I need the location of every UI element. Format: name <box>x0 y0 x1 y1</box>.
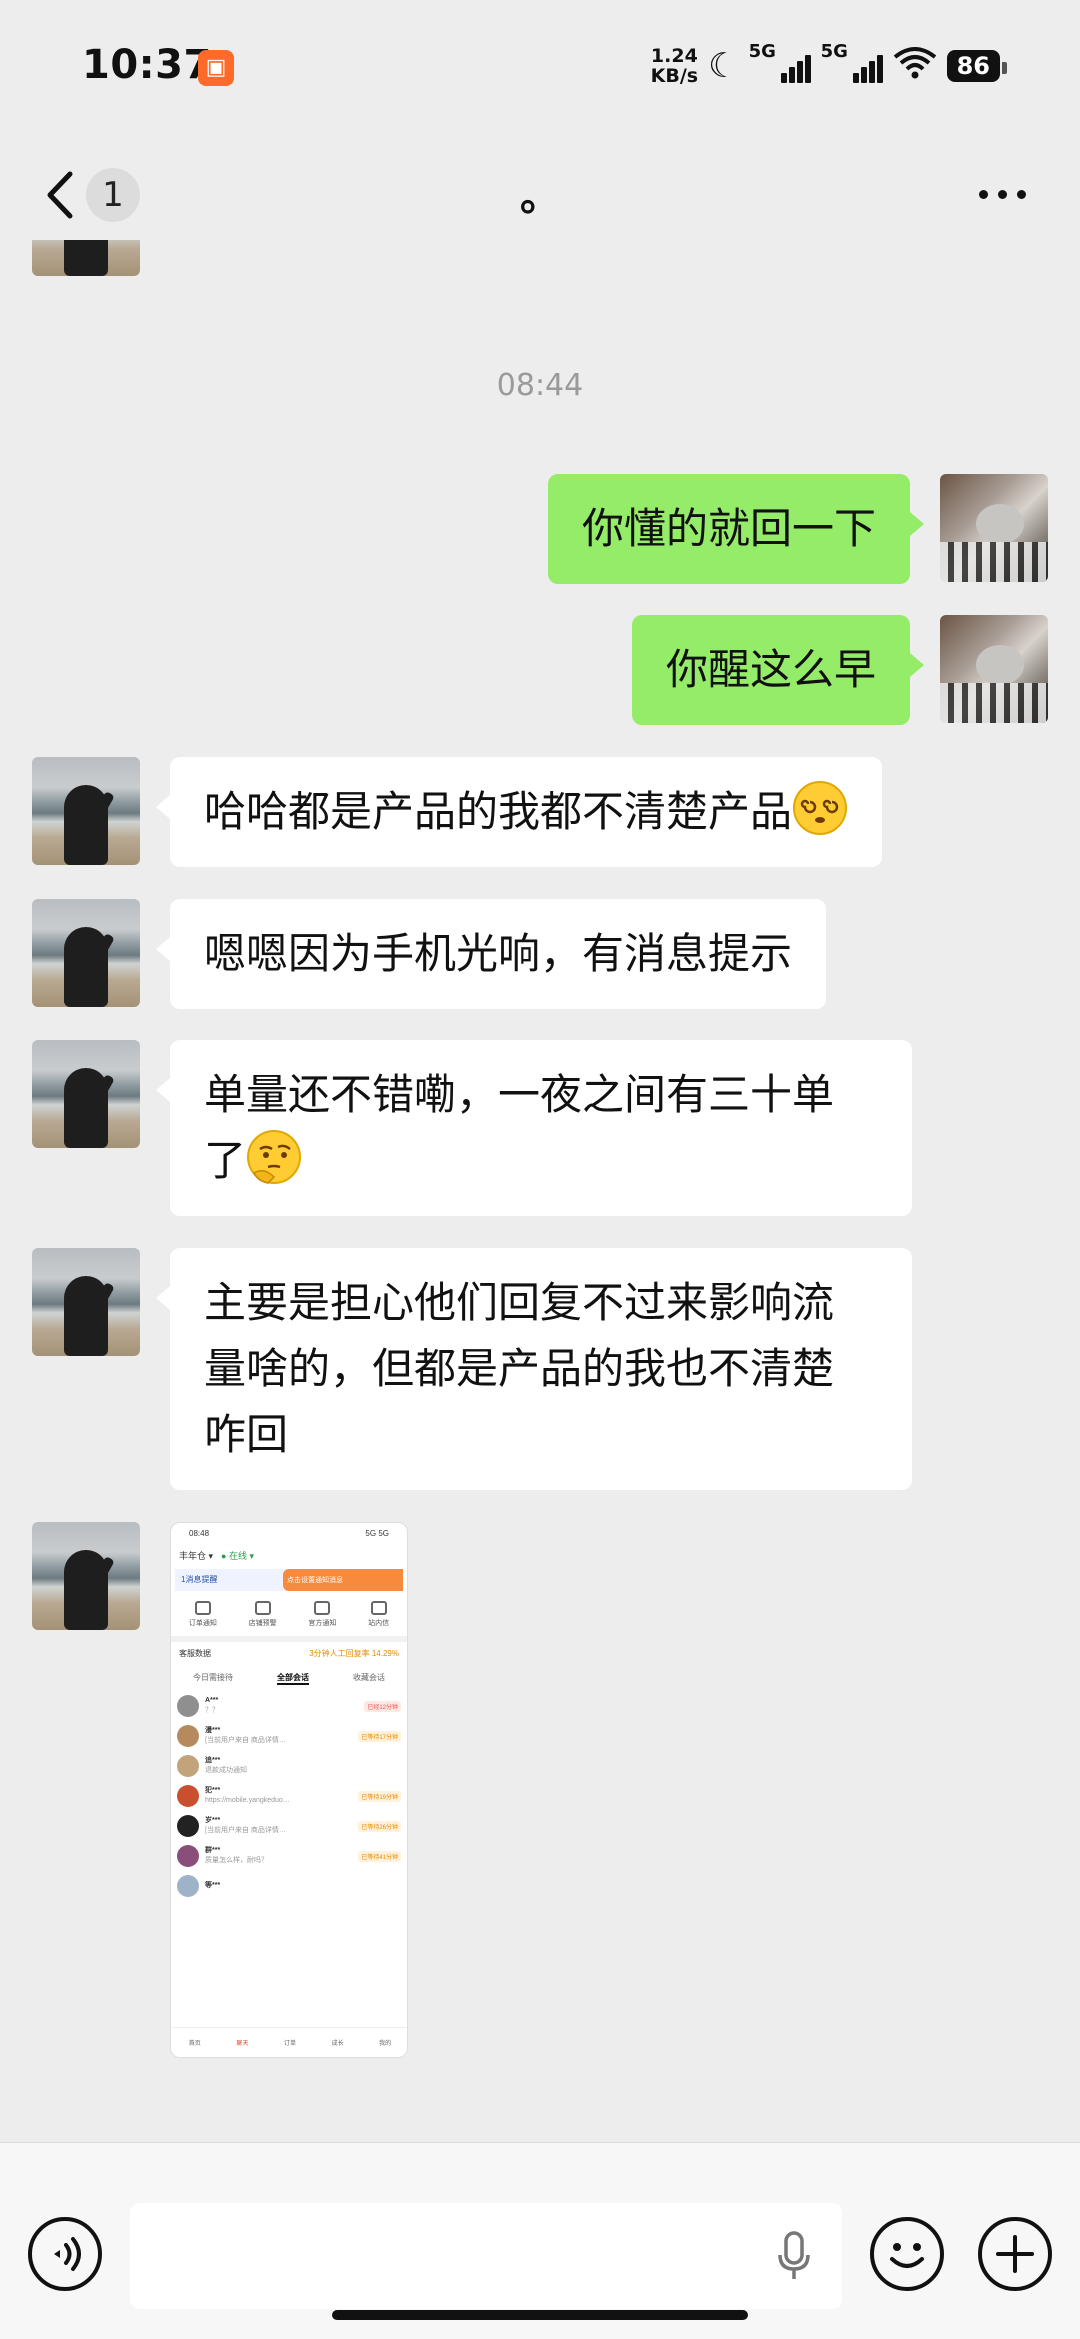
contact-avatar[interactable] <box>32 1248 140 1356</box>
message-bubble-incoming[interactable]: 单量还不错嘞，一夜之间有三十单 了 <box>156 1040 912 1216</box>
mini-header: 丰年仓 ▾ ● 在线 ▾ <box>171 1543 407 1567</box>
mini-time: 08:48 <box>189 1529 210 1538</box>
mini-list-item: 犯*** https://mobile.yangkeduo… 已等待19分钟 <box>171 1781 407 1811</box>
message-text: 主要是担心他们回复不过来影响流 <box>204 1278 835 1327</box>
mini-notice-banner: 1消息提醒 点击设置通知消息 <box>175 1569 403 1591</box>
mini-list-item: 漫*** [当前用户来自 商品详情… 已等待17分钟 <box>171 1721 407 1751</box>
signal-icon: 5G <box>821 41 883 83</box>
message-text: 你醒这么早 <box>665 645 876 694</box>
contact-avatar[interactable] <box>32 1522 140 1630</box>
status-time: 10:37 <box>82 42 212 88</box>
battery-icon: 86 <box>946 50 1008 82</box>
mini-tool: 订单通知 <box>189 1601 217 1628</box>
thinking-face-emoji-icon <box>247 1130 302 1184</box>
mini-tools: 订单通知 店铺预警 官方通知 站内信 <box>171 1593 407 1636</box>
chat-area[interactable]: 08:44 你懂的就回一下 你醒这么早 哈哈都是产品的我都不清楚产品 嗯嗯因为手… <box>0 240 1080 2140</box>
my-avatar[interactable] <box>940 615 1048 723</box>
home-indicator[interactable] <box>332 2310 748 2320</box>
mini-tool: 官方通知 <box>308 1601 336 1628</box>
contact-avatar[interactable] <box>32 240 140 276</box>
voice-icon <box>54 2237 81 2271</box>
mini-bottom-nav: 首页 聊天 订单 成长 我的 <box>171 2027 407 2057</box>
image-message[interactable]: 08:48 5G 5G 丰年仓 ▾ ● 在线 ▾ 1消息提醒 点击设置通知消息 … <box>170 1522 408 2058</box>
more-options-button[interactable] <box>972 174 1032 214</box>
chat-title: 。 <box>520 174 560 220</box>
smiley-icon <box>890 2243 924 2268</box>
inbox-icon <box>370 1601 387 1615</box>
network-speed-value: 1.24 <box>650 45 698 67</box>
my-avatar[interactable] <box>940 474 1048 582</box>
microphone-icon[interactable] <box>776 2231 812 2283</box>
mini-signal: 5G 5G <box>365 1529 389 1538</box>
status-indicators: 1.24 KB/s ☾ 5G 5G 86 <box>651 41 1008 88</box>
message-timestamp: 08:44 <box>496 368 584 403</box>
mini-list-item: 岁*** [当前用户来自 商品详情… 已等待26分钟 <box>171 1811 407 1841</box>
network-speed: 1.24 KB/s <box>651 46 698 86</box>
mini-list-item: 群*** 质量怎么样，耐吗？ 已等待41分钟 <box>171 1841 407 1871</box>
nav-bar: 1 。 <box>0 150 1080 240</box>
more-functions-button[interactable] <box>978 2217 1052 2291</box>
dot-icon <box>1016 189 1026 199</box>
speaker-icon <box>314 1601 331 1615</box>
contact-avatar[interactable] <box>32 899 140 1007</box>
message-bubble-incoming[interactable]: 哈哈都是产品的我都不清楚产品 <box>155 757 883 867</box>
app-notification-icon: ▣ <box>198 50 234 86</box>
message-text: 嗯嗯因为手机光响，有消息提示 <box>204 929 793 978</box>
moon-icon: ☾ <box>708 46 739 86</box>
signal-icon: 5G <box>749 41 811 83</box>
contact-avatar[interactable] <box>32 1040 140 1148</box>
mini-notice-left: 1消息提醒 <box>181 1575 218 1584</box>
contact-avatar[interactable] <box>32 757 140 865</box>
message-bubble-incoming[interactable]: 嗯嗯因为手机光响，有消息提示 <box>155 899 827 1009</box>
mini-notice-right: 点击设置通知消息 <box>283 1569 403 1591</box>
emoji-button[interactable] <box>870 2217 944 2291</box>
dot-icon <box>997 189 1007 199</box>
mini-list-item: A***？？ 已经12分钟 <box>171 1691 407 1721</box>
plus-icon <box>996 2235 1034 2273</box>
mini-shop-name: 丰年仓 ▾ <box>179 1550 214 1561</box>
status-bar: 10:37 ▣ 1.24 KB/s ☾ 5G 5G 86 <box>0 0 1080 130</box>
wifi-icon <box>893 45 937 88</box>
message-bubble-outgoing[interactable]: 你醒这么早 <box>631 615 925 725</box>
mini-data-row: 客服数据 3分钟人工回复率 14.29% <box>179 1649 399 1658</box>
message-text-line: 了 <box>204 1128 878 1194</box>
message-text: 了 <box>204 1136 247 1185</box>
mini-online-status: ● 在线 ▾ <box>221 1550 254 1561</box>
mini-status-bar: 08:48 5G 5G <box>171 1523 407 1543</box>
dot-icon <box>978 189 988 199</box>
message-text: 量啥的，但都是产品的我也不清楚 <box>204 1344 835 1393</box>
mini-list-item: 追*** 退款成功通知 <box>171 1751 407 1781</box>
dizzy-face-emoji-icon <box>793 781 848 835</box>
mini-list-item: 等*** <box>171 1871 407 1901</box>
message-text: 你懂的就回一下 <box>581 504 876 553</box>
notice-icon <box>194 1601 211 1615</box>
mini-tabs: 今日需接待 全部会话 收藏会话 <box>171 1666 407 1691</box>
message-text: 哈哈都是产品的我都不清楚产品 <box>204 787 793 836</box>
voice-input-button[interactable] <box>28 2217 102 2291</box>
message-text: 咋回 <box>204 1410 289 1459</box>
mini-tool: 店铺预警 <box>249 1601 277 1628</box>
message-bubble-outgoing[interactable]: 你懂的就回一下 <box>547 474 925 584</box>
shop-icon <box>254 1601 271 1615</box>
mini-tool: 站内信 <box>368 1601 389 1628</box>
message-input[interactable] <box>130 2203 842 2309</box>
message-text: 单量还不错嘞，一夜之间有三十单 <box>204 1070 835 1119</box>
sim1-label: 5G <box>748 41 776 62</box>
message-bubble-incoming[interactable]: 主要是担心他们回复不过来影响流 量啥的，但都是产品的我也不清楚 咋回 <box>156 1248 912 1490</box>
network-speed-unit: KB/s <box>650 65 699 87</box>
sim2-label: 5G <box>820 41 848 62</box>
